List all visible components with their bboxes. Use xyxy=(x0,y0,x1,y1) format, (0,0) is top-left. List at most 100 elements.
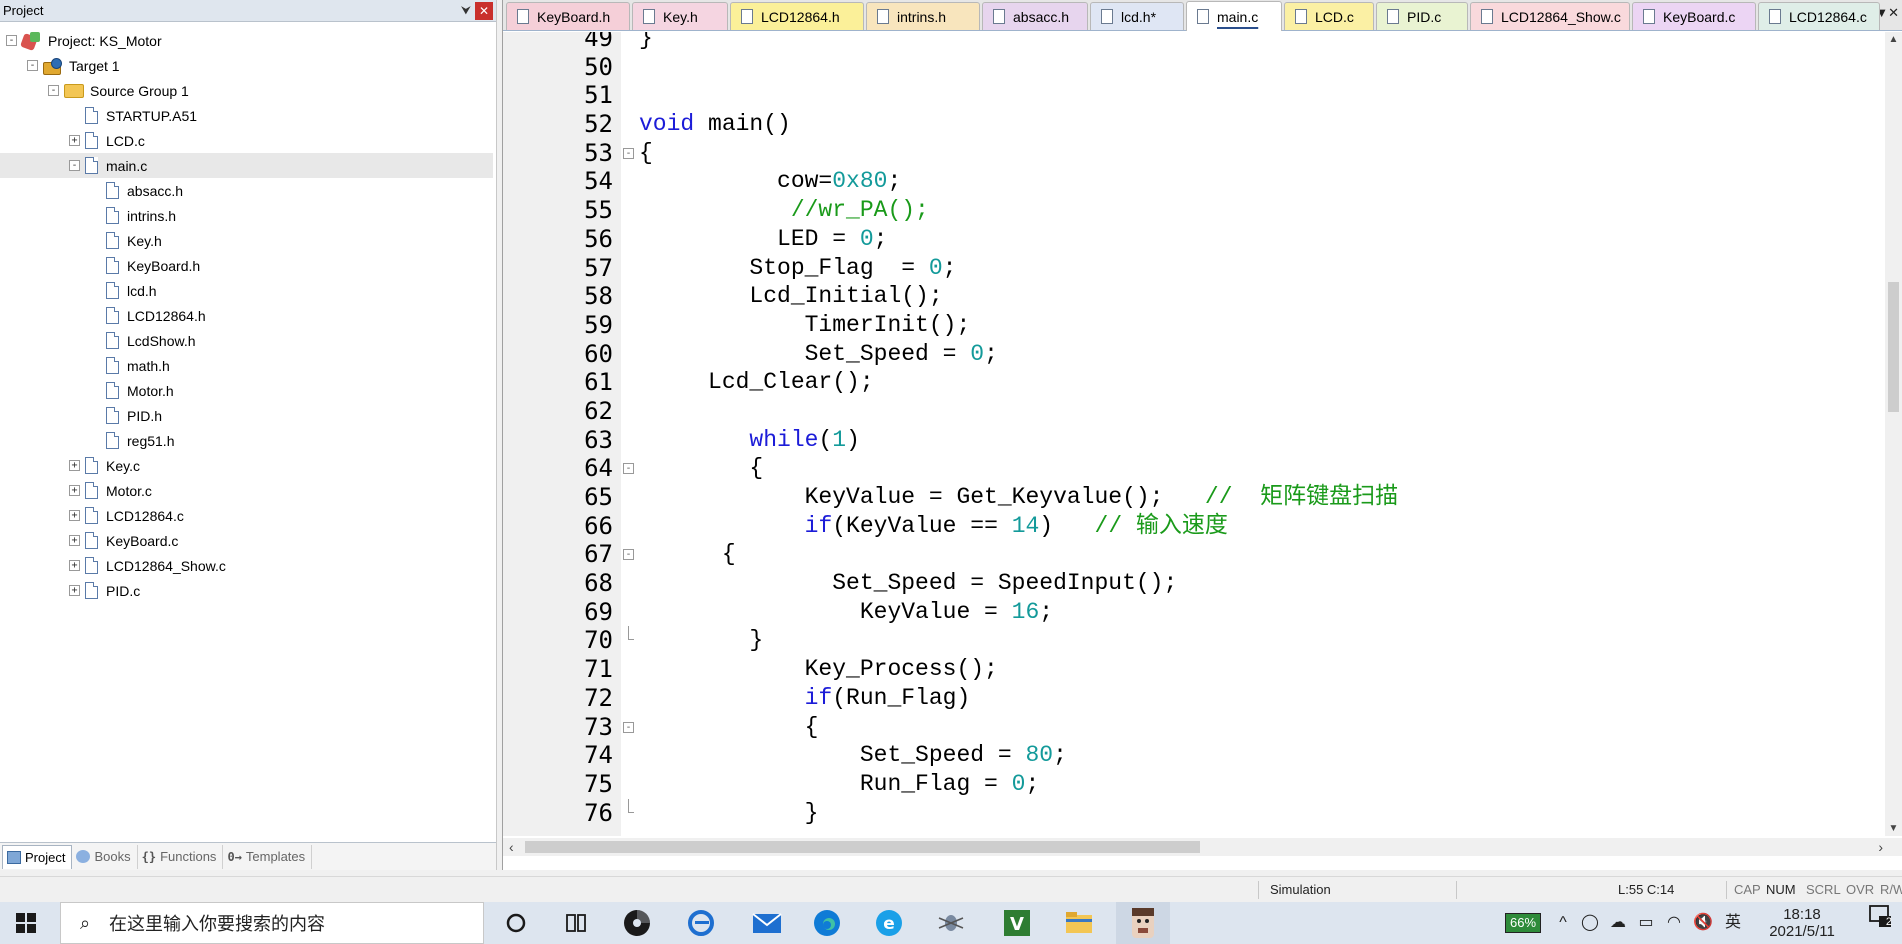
code-token: ) xyxy=(846,426,860,453)
pane-tab-templates[interactable]: 0→ Templates xyxy=(223,844,313,869)
scroll-up-icon[interactable]: ▲ xyxy=(1885,34,1902,45)
tree-item[interactable]: + PID.c xyxy=(0,578,493,603)
expand-icon[interactable]: + xyxy=(69,535,80,546)
expand-icon[interactable]: + xyxy=(69,560,80,571)
fold-collapse-icon[interactable]: - xyxy=(623,549,634,561)
expand-icon[interactable]: + xyxy=(69,510,80,521)
code-text: { xyxy=(639,139,653,168)
expand-icon[interactable]: + xyxy=(69,135,80,146)
svg-text:e: e xyxy=(883,914,895,934)
editor-tab[interactable]: KeyBoard.c xyxy=(1632,2,1756,30)
status-bar: Simulation L:55 C:14 CAP NUM SCRL OVR R/… xyxy=(0,876,1902,902)
code-line: 53-{ xyxy=(503,139,1886,168)
collapse-icon[interactable]: - xyxy=(27,60,38,71)
taskbar-app-ie[interactable] xyxy=(672,902,732,944)
pane-tab-project[interactable]: Project xyxy=(2,844,73,869)
tree-item[interactable]: - main.c xyxy=(0,153,493,178)
target-icon xyxy=(43,57,63,75)
tree-item[interactable]: - Source Group 1 xyxy=(0,78,493,103)
vertical-scroll-thumb[interactable] xyxy=(1888,282,1899,412)
editor-tab[interactable]: absacc.h xyxy=(982,2,1088,30)
tree-item[interactable]: KeyBoard.h xyxy=(0,253,493,278)
battery-indicator[interactable]: 66% xyxy=(1500,902,1546,944)
onedrive-icon[interactable]: ☁ xyxy=(1606,902,1630,944)
expand-icon[interactable]: + xyxy=(69,460,80,471)
fold-collapse-icon[interactable]: - xyxy=(623,463,634,475)
taskbar-app-explorer[interactable] xyxy=(1054,902,1104,944)
tree-item[interactable]: reg51.h xyxy=(0,428,493,453)
tree-item[interactable]: lcd.h xyxy=(0,278,493,303)
horizontal-scrollbar[interactable]: ‹ › xyxy=(503,838,1902,856)
tree-item[interactable]: PID.h xyxy=(0,403,493,428)
tray-overflow-icon[interactable]: ^ xyxy=(1552,902,1574,944)
taskbar-app-edge[interactable] xyxy=(802,902,852,944)
tree-item[interactable]: + Motor.c xyxy=(0,478,493,503)
scroll-down-icon[interactable]: ▼ xyxy=(1885,823,1902,834)
taskbar-app-avatar[interactable] xyxy=(1116,902,1170,944)
fold-collapse-icon[interactable]: - xyxy=(623,147,634,159)
wifi-icon[interactable]: ◠ xyxy=(1662,902,1686,944)
pin-icon[interactable]: ⮟ xyxy=(457,3,475,18)
file-icon xyxy=(1769,9,1781,24)
editor-tab[interactable]: intrins.h xyxy=(866,2,980,30)
taskbar-app-pinwheel[interactable] xyxy=(612,902,662,944)
expand-icon[interactable]: + xyxy=(69,485,80,496)
scroll-right-icon[interactable]: › xyxy=(1878,838,1883,856)
expand-icon[interactable]: + xyxy=(69,585,80,596)
scroll-left-icon[interactable]: ‹ xyxy=(509,838,514,856)
battery-status-icon[interactable]: ▭ xyxy=(1634,902,1658,944)
file-icon xyxy=(106,332,119,349)
pane-tab-functions[interactable]: {} Functions xyxy=(138,844,224,869)
tree-item[interactable]: - Project: KS_Motor xyxy=(0,28,493,53)
tree-item[interactable]: Key.h xyxy=(0,228,493,253)
editor-tab[interactable]: LCD.c xyxy=(1284,2,1374,30)
clock[interactable]: 18:18 2021/5/11 xyxy=(1752,902,1852,944)
tree-item[interactable]: absacc.h xyxy=(0,178,493,203)
fold-collapse-icon[interactable]: - xyxy=(623,721,634,733)
vertical-scrollbar[interactable]: ▲ ▼ xyxy=(1885,32,1902,836)
tree-item[interactable]: + LCD12864.c xyxy=(0,503,493,528)
tree-item[interactable]: LCD12864.h xyxy=(0,303,493,328)
tree-item[interactable]: math.h xyxy=(0,353,493,378)
task-view-button[interactable] xyxy=(552,902,600,944)
taskbar-search-box[interactable]: ⌕ 在这里输入你要搜索的内容 xyxy=(60,902,484,944)
collapse-icon[interactable]: - xyxy=(69,160,80,171)
editor-tab[interactable]: LCD12864.h xyxy=(730,2,864,30)
taskbar-app-keil[interactable]: V xyxy=(992,902,1042,944)
taskbar-app-mail[interactable] xyxy=(742,902,792,944)
taskbar-app-debugger[interactable] xyxy=(926,902,976,944)
tree-item[interactable]: STARTUP.A51 xyxy=(0,103,493,128)
editor-tab[interactable]: KeyBoard.h xyxy=(506,2,630,30)
tree-item[interactable]: - Target 1 xyxy=(0,53,493,78)
editor-tab[interactable]: Key.h xyxy=(632,2,728,30)
tree-item[interactable]: intrins.h xyxy=(0,203,493,228)
notification-bell-icon[interactable]: ◯ xyxy=(1578,902,1602,944)
code-text: } xyxy=(639,626,763,655)
tree-item[interactable]: + Key.c xyxy=(0,453,493,478)
tree-item[interactable]: LcdShow.h xyxy=(0,328,493,353)
horizontal-scroll-thumb[interactable] xyxy=(525,841,1200,853)
editor-tab[interactable]: PID.c xyxy=(1376,2,1468,30)
collapse-icon[interactable]: - xyxy=(48,85,59,96)
close-pane-icon[interactable]: ✕ xyxy=(475,1,493,20)
ime-indicator[interactable]: 英 xyxy=(1720,902,1746,944)
code-line: 66 if(KeyValue == 14) // 输入速度 xyxy=(503,512,1886,541)
code-editor[interactable]: 49} 50 51 52 void main() 53-{54 cow=0x80; 55 /… xyxy=(503,32,1886,836)
editor-tab[interactable]: LCD12864_Show.c xyxy=(1470,2,1630,30)
tree-item[interactable]: + LCD.c xyxy=(0,128,493,153)
speaker-muted-icon[interactable]: 🔇 xyxy=(1690,902,1716,944)
editor-tab[interactable]: lcd.h* xyxy=(1090,2,1184,30)
editor-tab[interactable]: LCD12864.c xyxy=(1758,2,1880,30)
editor-tab[interactable]: main.c xyxy=(1186,1,1282,31)
code-token: ; xyxy=(942,254,957,281)
tree-item[interactable]: + KeyBoard.c xyxy=(0,528,493,553)
start-button[interactable] xyxy=(0,902,52,944)
action-center-button[interactable]: 2 xyxy=(1862,902,1898,944)
cortana-button[interactable] xyxy=(492,902,540,944)
pane-tab-books[interactable]: Books xyxy=(72,844,138,869)
tree-item[interactable]: + LCD12864_Show.c xyxy=(0,553,493,578)
collapse-icon[interactable]: - xyxy=(6,35,17,46)
taskbar-app-browser[interactable]: e xyxy=(864,902,914,944)
editor-tab-label: KeyBoard.c xyxy=(1663,8,1736,25)
tree-item[interactable]: Motor.h xyxy=(0,378,493,403)
